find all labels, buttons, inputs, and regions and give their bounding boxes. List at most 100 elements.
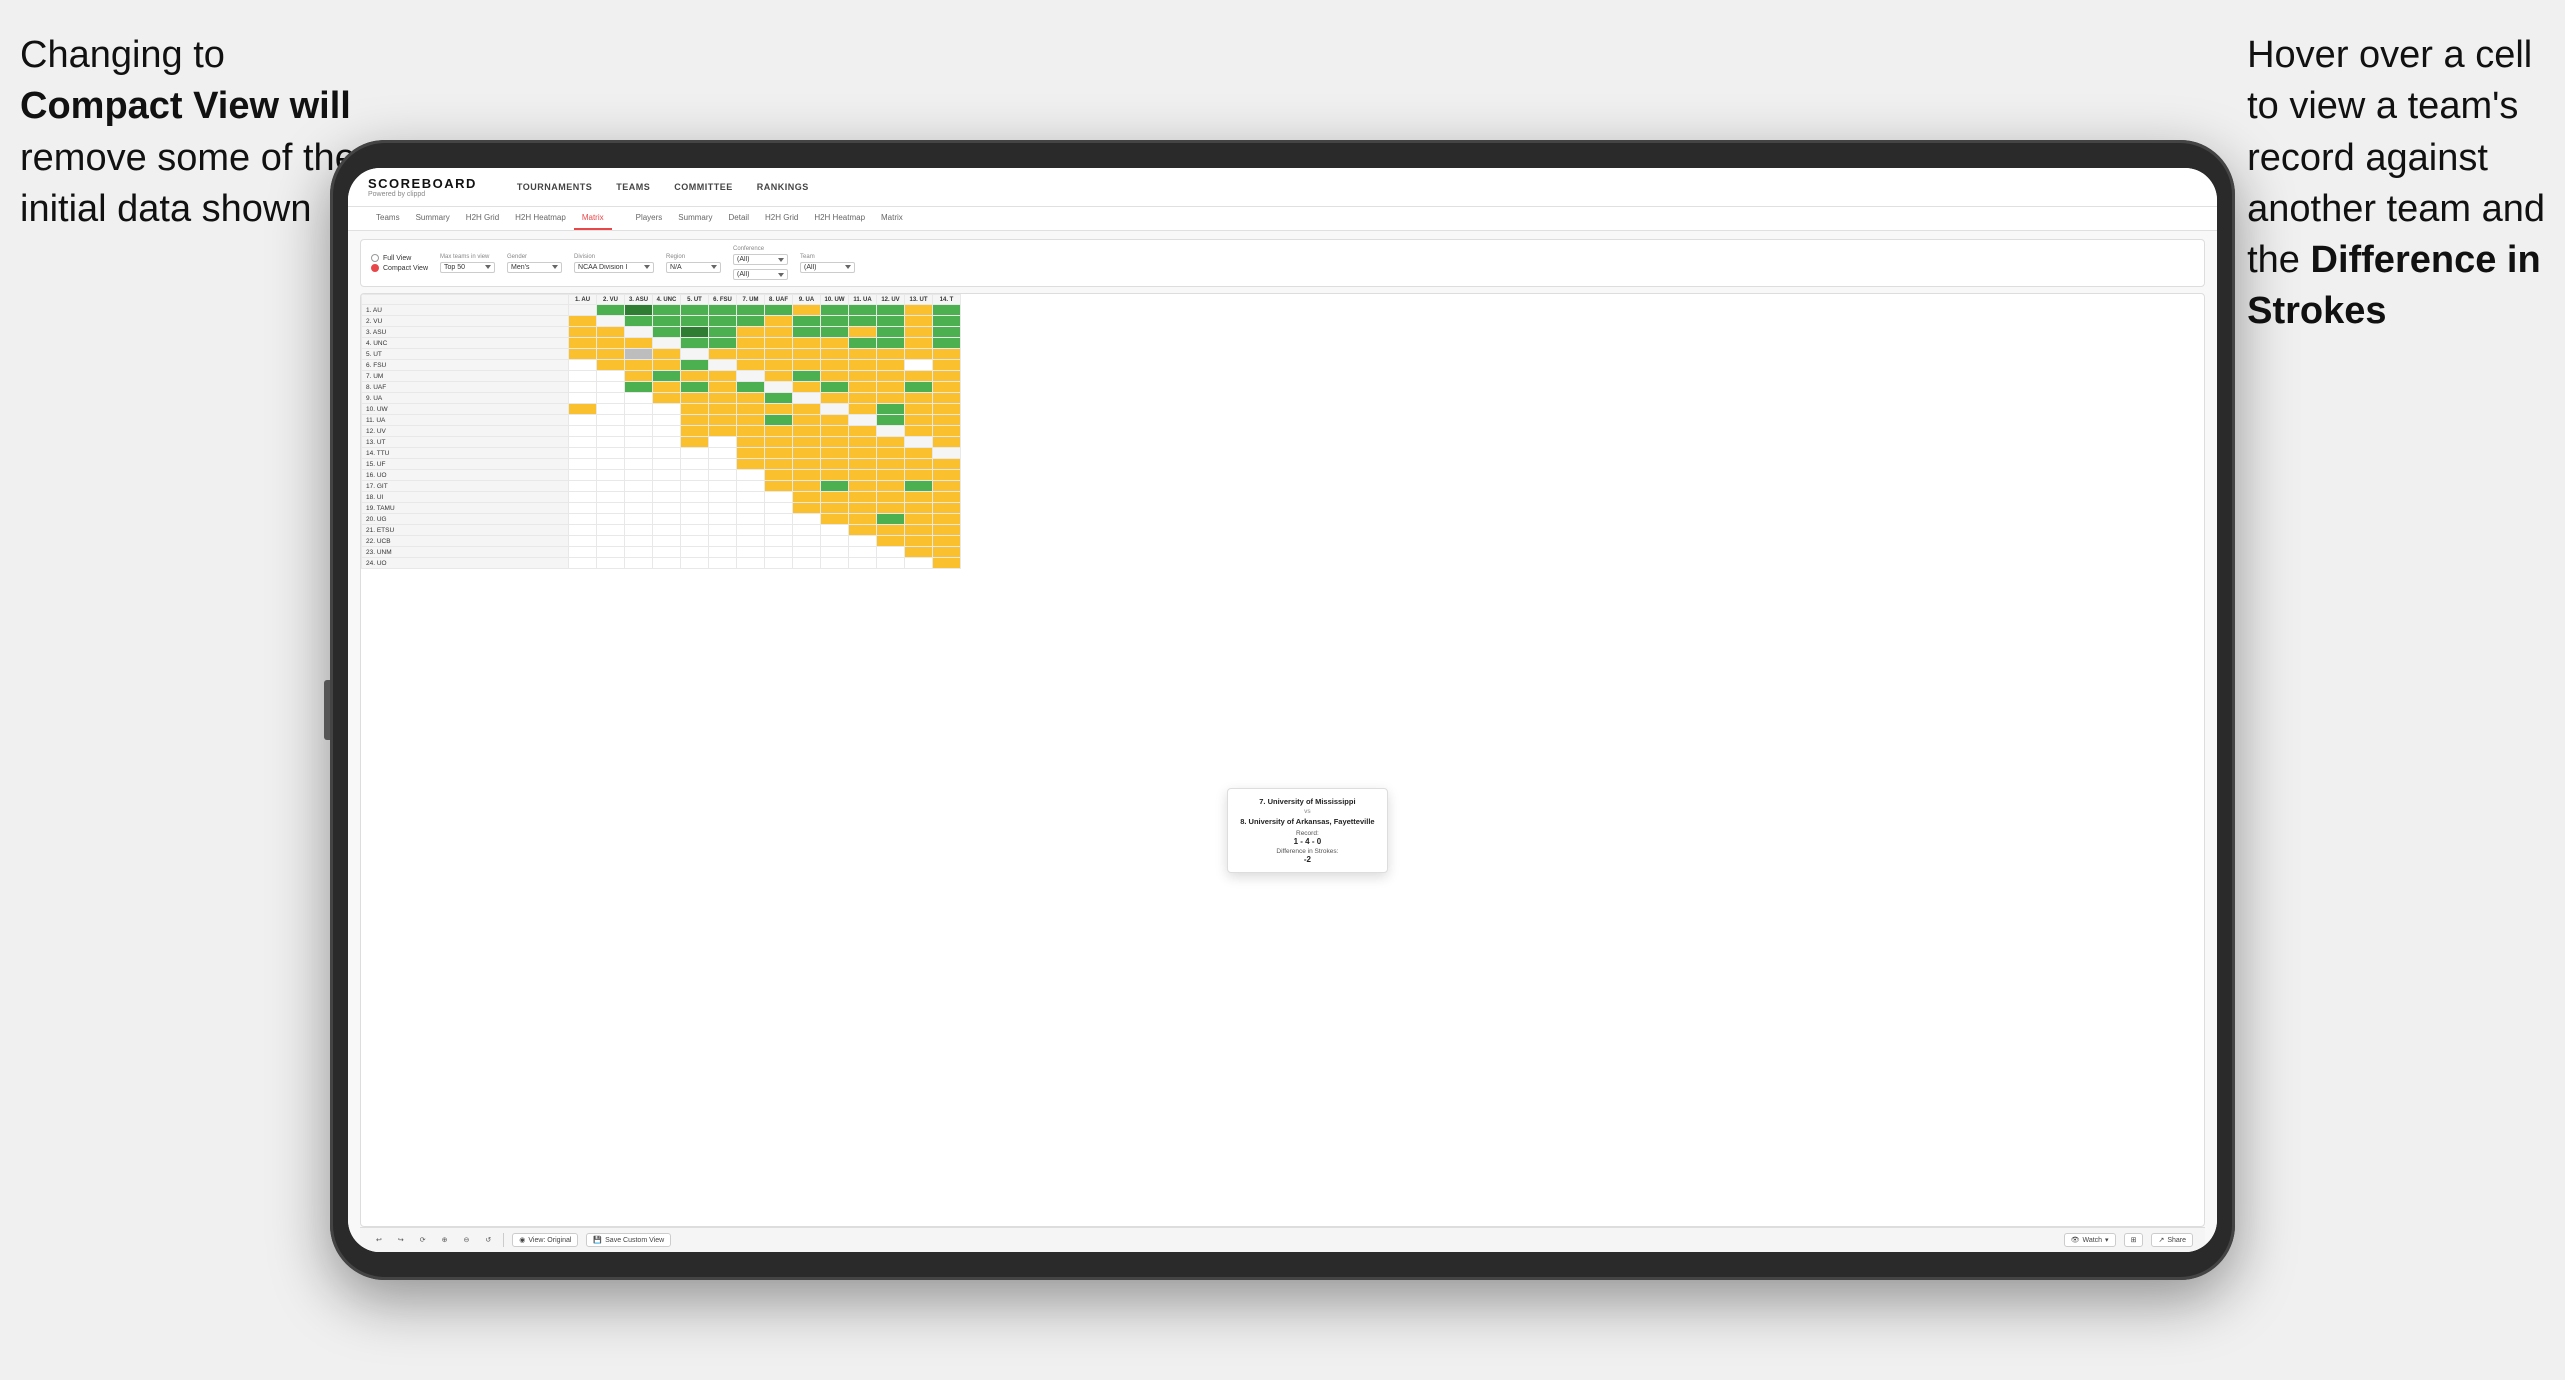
matrix-cell[interactable] — [737, 305, 765, 316]
matrix-cell[interactable] — [625, 492, 653, 503]
matrix-cell[interactable] — [653, 393, 681, 404]
watch-button[interactable]: 👁 Watch ▾ — [2064, 1233, 2116, 1247]
matrix-cell[interactable] — [737, 393, 765, 404]
matrix-cell[interactable] — [709, 316, 737, 327]
matrix-cell[interactable] — [793, 536, 821, 547]
matrix-cell[interactable] — [737, 459, 765, 470]
matrix-cell[interactable] — [793, 349, 821, 360]
matrix-cell[interactable] — [793, 470, 821, 481]
matrix-cell[interactable] — [905, 536, 933, 547]
matrix-cell[interactable] — [905, 525, 933, 536]
matrix-cell[interactable] — [625, 437, 653, 448]
matrix-cell[interactable] — [569, 492, 597, 503]
division-select[interactable]: NCAA Division I — [574, 262, 654, 273]
matrix-cell[interactable] — [737, 525, 765, 536]
matrix-cell[interactable] — [625, 327, 653, 338]
share-button[interactable]: ↗ Share — [2151, 1233, 2193, 1247]
matrix-cell[interactable] — [793, 338, 821, 349]
matrix-cell[interactable] — [821, 525, 849, 536]
matrix-cell[interactable] — [849, 459, 877, 470]
matrix-cell[interactable] — [877, 349, 905, 360]
matrix-cell[interactable] — [905, 393, 933, 404]
matrix-cell[interactable] — [821, 470, 849, 481]
matrix-cell[interactable] — [821, 437, 849, 448]
matrix-cell[interactable] — [653, 305, 681, 316]
matrix-cell[interactable] — [821, 514, 849, 525]
matrix-cell[interactable] — [569, 404, 597, 415]
matrix-cell[interactable] — [597, 514, 625, 525]
matrix-cell[interactable] — [737, 415, 765, 426]
matrix-cell[interactable] — [737, 470, 765, 481]
matrix-cell[interactable] — [765, 382, 793, 393]
matrix-cell[interactable] — [793, 547, 821, 558]
matrix-cell[interactable] — [653, 481, 681, 492]
matrix-cell[interactable] — [709, 371, 737, 382]
matrix-cell[interactable] — [625, 558, 653, 569]
matrix-cell[interactable] — [849, 492, 877, 503]
matrix-cell[interactable] — [933, 459, 961, 470]
matrix-cell[interactable] — [737, 371, 765, 382]
zoom-in-button[interactable]: ⊕ — [438, 1234, 452, 1246]
matrix-cell[interactable] — [793, 525, 821, 536]
matrix-cell[interactable] — [569, 327, 597, 338]
matrix-cell[interactable] — [849, 371, 877, 382]
matrix-cell[interactable] — [765, 393, 793, 404]
matrix-cell[interactable] — [681, 349, 709, 360]
matrix-cell[interactable] — [653, 536, 681, 547]
matrix-cell[interactable] — [597, 470, 625, 481]
refresh-button[interactable]: ↺ — [481, 1234, 495, 1246]
matrix-cell[interactable] — [737, 558, 765, 569]
matrix-cell[interactable] — [681, 558, 709, 569]
matrix-cell[interactable] — [905, 382, 933, 393]
matrix-cell[interactable] — [737, 360, 765, 371]
matrix-cell[interactable] — [877, 360, 905, 371]
matrix-cell[interactable] — [709, 426, 737, 437]
matrix-cell[interactable] — [821, 492, 849, 503]
matrix-cell[interactable] — [569, 360, 597, 371]
matrix-cell[interactable] — [597, 360, 625, 371]
matrix-cell[interactable] — [877, 503, 905, 514]
matrix-cell[interactable] — [933, 360, 961, 371]
matrix-cell[interactable] — [681, 371, 709, 382]
matrix-cell[interactable] — [597, 371, 625, 382]
matrix-cell[interactable] — [933, 404, 961, 415]
matrix-cell[interactable] — [793, 514, 821, 525]
matrix-cell[interactable] — [877, 415, 905, 426]
matrix-cell[interactable] — [681, 404, 709, 415]
matrix-cell[interactable] — [933, 536, 961, 547]
matrix-cell[interactable] — [653, 547, 681, 558]
matrix-cell[interactable] — [597, 558, 625, 569]
matrix-cell[interactable] — [849, 426, 877, 437]
matrix-cell[interactable] — [597, 536, 625, 547]
matrix-cell[interactable] — [849, 404, 877, 415]
matrix-cell[interactable] — [849, 470, 877, 481]
matrix-cell[interactable] — [877, 514, 905, 525]
matrix-cell[interactable] — [877, 448, 905, 459]
matrix-cell[interactable] — [933, 338, 961, 349]
matrix-cell[interactable] — [821, 393, 849, 404]
matrix-cell[interactable] — [681, 327, 709, 338]
matrix-cell[interactable] — [849, 316, 877, 327]
matrix-cell[interactable] — [821, 349, 849, 360]
matrix-cell[interactable] — [625, 349, 653, 360]
matrix-cell[interactable] — [737, 448, 765, 459]
matrix-cell[interactable] — [905, 404, 933, 415]
matrix-cell[interactable] — [849, 360, 877, 371]
matrix-cell[interactable] — [849, 558, 877, 569]
matrix-cell[interactable] — [681, 470, 709, 481]
matrix-cell[interactable] — [569, 437, 597, 448]
matrix-cell[interactable] — [625, 448, 653, 459]
matrix-cell[interactable] — [597, 437, 625, 448]
matrix-cell[interactable] — [709, 437, 737, 448]
matrix-cell[interactable] — [905, 437, 933, 448]
matrix-cell[interactable] — [681, 382, 709, 393]
save-custom-view-button[interactable]: 💾 Save Custom View — [586, 1233, 671, 1247]
matrix-cell[interactable] — [709, 327, 737, 338]
matrix-cell[interactable] — [709, 525, 737, 536]
undo-button[interactable]: ↩ — [372, 1234, 386, 1246]
matrix-cell[interactable] — [681, 492, 709, 503]
matrix-cell[interactable] — [737, 327, 765, 338]
matrix-cell[interactable] — [737, 492, 765, 503]
matrix-cell[interactable] — [625, 360, 653, 371]
matrix-cell[interactable] — [849, 536, 877, 547]
